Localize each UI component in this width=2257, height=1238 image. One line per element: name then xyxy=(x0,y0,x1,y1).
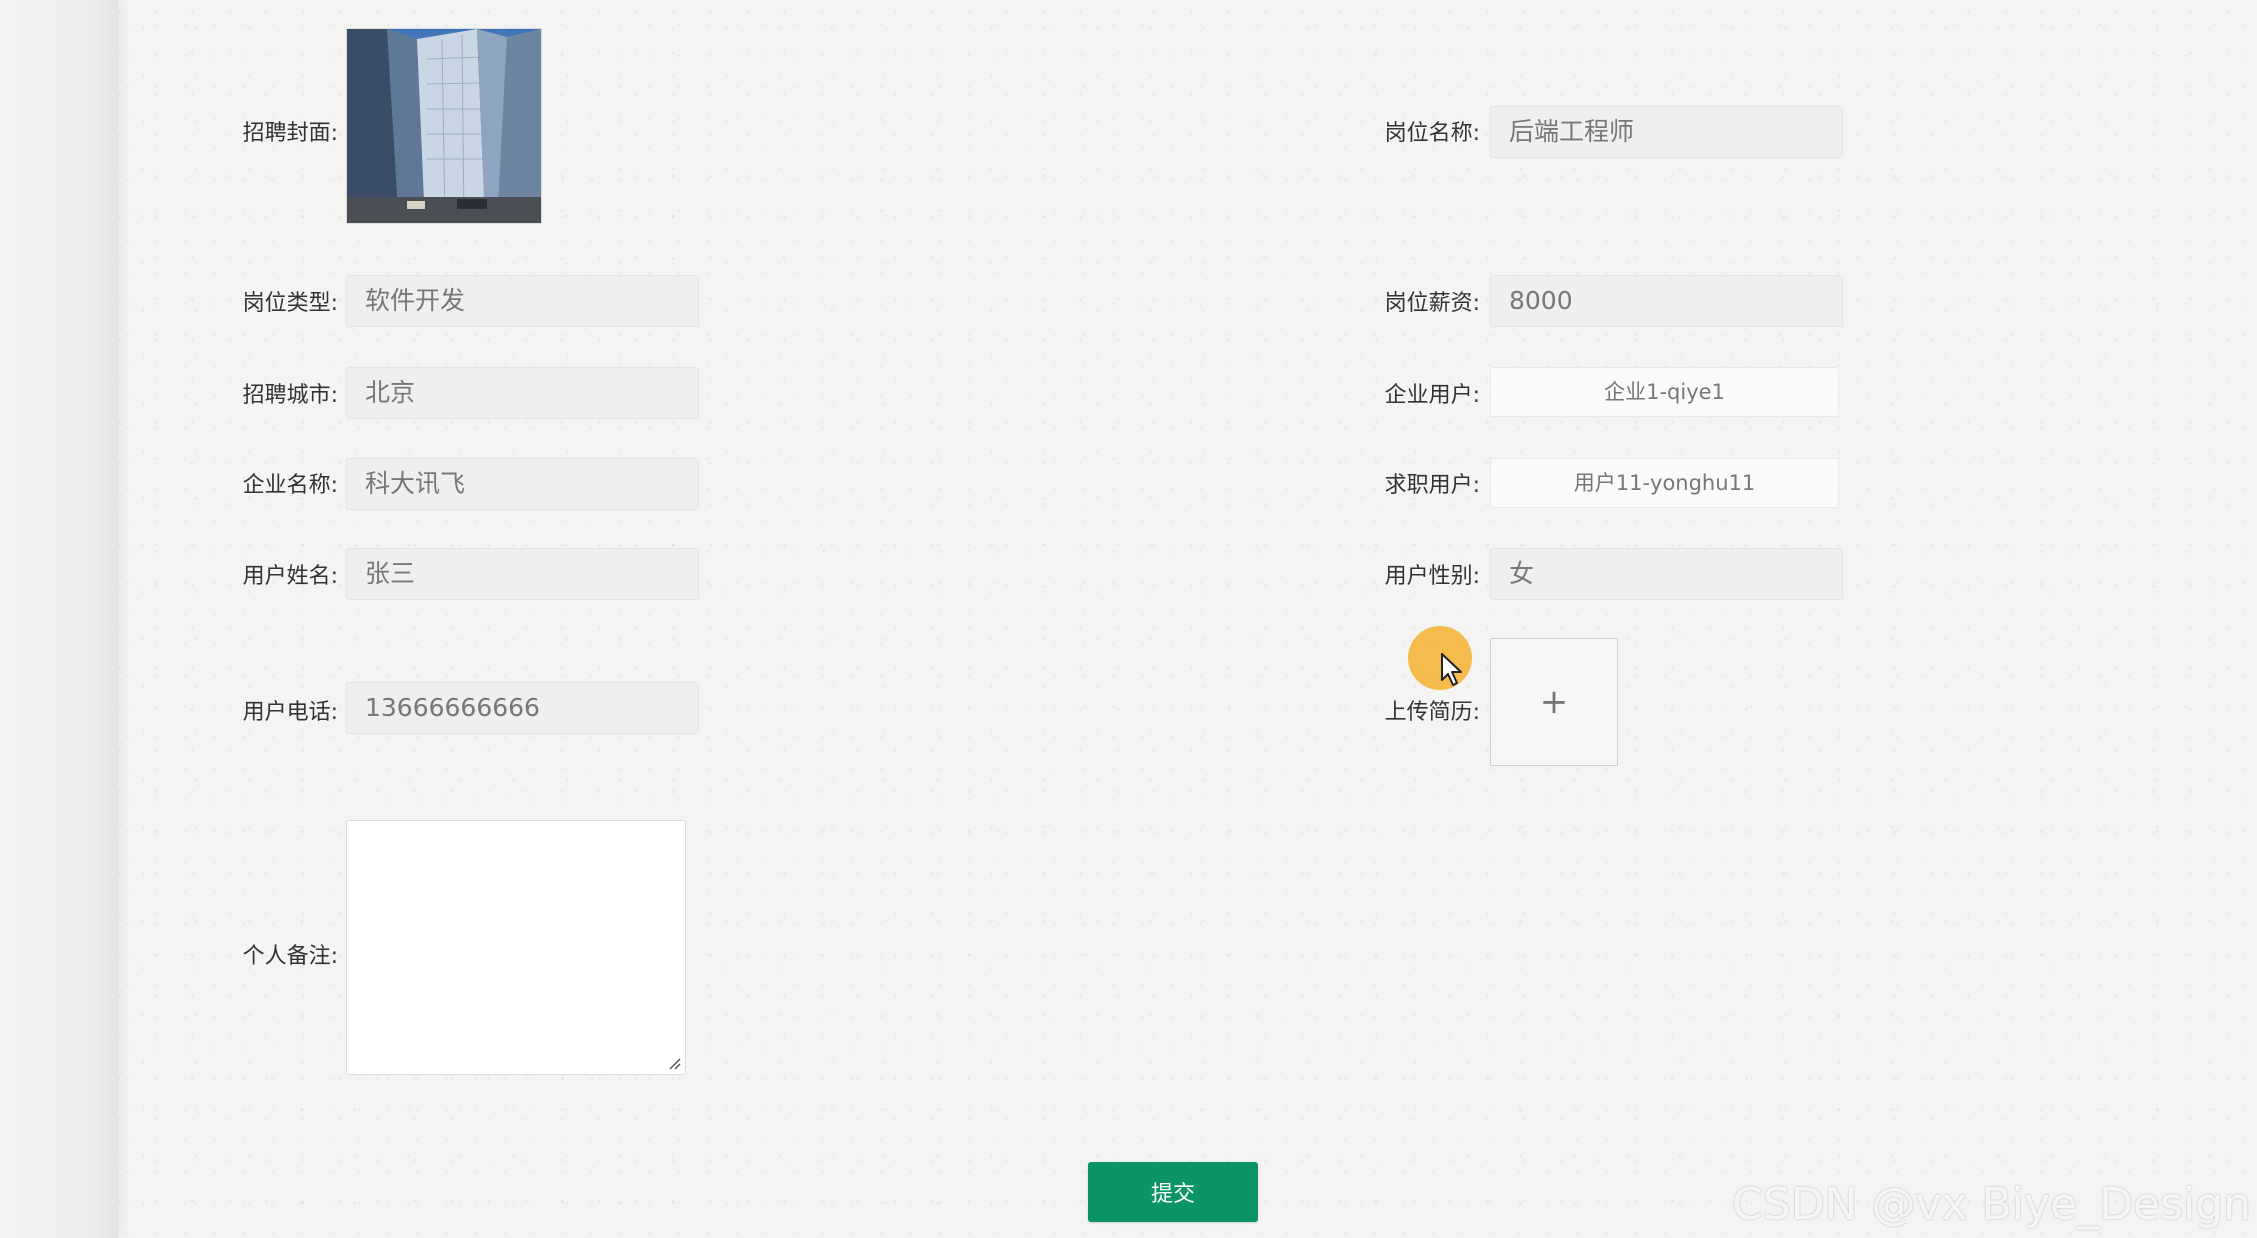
note-textarea[interactable] xyxy=(346,820,686,1075)
mouse-pointer-icon xyxy=(1441,653,1462,686)
job-name-label: 岗位名称: xyxy=(1384,121,1480,146)
job-name-field[interactable]: 后端工程师 xyxy=(1490,106,1843,158)
job-type-field[interactable]: 软件开发 xyxy=(346,275,699,327)
job-type-label: 岗位类型: xyxy=(242,291,338,316)
watermark: CSDN @vx Biye_Design xyxy=(1732,1179,2251,1230)
resume-label: 上传简历: xyxy=(1384,700,1480,725)
job-user-label: 求职用户: xyxy=(1384,473,1480,498)
cover-label: 招聘封面: xyxy=(242,121,338,146)
user-name-field[interactable]: 张三 xyxy=(346,548,699,600)
resize-handle-icon[interactable] xyxy=(667,1056,681,1070)
building-photo-icon xyxy=(347,29,541,223)
company-name-field[interactable]: 科大讯飞 xyxy=(346,458,699,510)
salary-field[interactable]: 8000 xyxy=(1490,275,1843,327)
job-user-select[interactable]: 用户11-yonghu11 xyxy=(1490,458,1839,508)
salary-label: 岗位薪资: xyxy=(1384,291,1480,316)
plus-icon: + xyxy=(1539,682,1569,722)
cover-image[interactable] xyxy=(346,28,542,224)
resume-upload-button[interactable]: + xyxy=(1490,638,1618,766)
phone-field[interactable]: 13666666666 xyxy=(346,682,699,734)
user-name-label: 用户姓名: xyxy=(242,564,338,589)
city-label: 招聘城市: xyxy=(242,383,338,408)
company-name-label: 企业名称: xyxy=(242,473,338,498)
company-user-label: 企业用户: xyxy=(1384,383,1480,408)
submit-button[interactable]: 提交 xyxy=(1088,1162,1258,1222)
sidebar-edge xyxy=(0,0,118,1238)
phone-label: 用户电话: xyxy=(242,700,338,725)
note-label: 个人备注: xyxy=(242,944,338,969)
gender-field[interactable]: 女 xyxy=(1490,548,1843,600)
gender-label: 用户性别: xyxy=(1384,564,1480,589)
company-user-select[interactable]: 企业1-qiye1 xyxy=(1490,367,1839,417)
city-field[interactable]: 北京 xyxy=(346,367,699,419)
job-application-form: 招聘封面: 岗位名称: 后端工程师 岗位类型: 软件开发 岗位薪资: 8000 … xyxy=(118,0,2257,1238)
